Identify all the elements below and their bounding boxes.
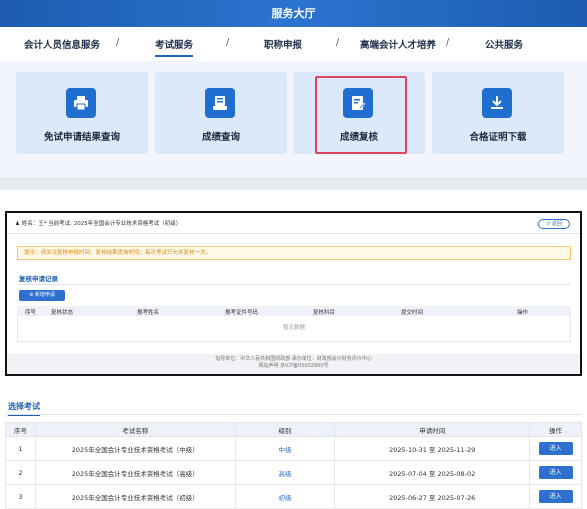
site-footer: 指导单位：中华人民共和国财政部 承办单位：财政部会计财务评价中心 网站声明 京I… <box>7 354 580 374</box>
enter-button[interactable]: 进入 <box>538 466 573 479</box>
col-header: 复核科目 <box>313 310 336 316</box>
apply-time: 2025-10-31 至 2025-11-29 <box>334 436 531 461</box>
nav-exam-services[interactable]: 考试服务 <box>155 37 194 57</box>
user-icon: ♟ <box>15 221 20 227</box>
footer-line: 网站声明 京ICP备05002860号 <box>258 363 329 369</box>
card-label: 成绩复核 <box>339 132 378 143</box>
table-row: 2 2025年全国会计专业技术资格考试（高级） 高级 2025-07-04 至 … <box>5 460 582 485</box>
row-number: 2 <box>5 460 36 485</box>
card-certificate-download[interactable]: 合格证明下载 <box>432 72 564 154</box>
col-header: 报考证件号码 <box>225 310 259 316</box>
top-nav: 会计人员信息服务 / 考试服务 / 职称申报 / 高端会计人才培养 / 公共服务 <box>0 27 587 61</box>
nav-accounting-info[interactable]: 会计人员信息服务 <box>24 37 100 51</box>
col-header: 级别 <box>234 422 336 437</box>
divider <box>17 284 571 285</box>
nav-separator: / <box>336 37 340 48</box>
exam-level: 初级 <box>234 484 336 509</box>
col-header: 复核状态 <box>51 310 74 316</box>
score-review-window: ♟ 姓名：王* 当前考试: 2025年全国会计专业技术资格考试（初级） ↺ 返回… <box>5 211 582 376</box>
card-score-query[interactable]: 成绩查询 <box>155 72 287 154</box>
divider <box>7 233 580 234</box>
col-header: 报考姓名 <box>137 310 160 316</box>
enter-button[interactable]: 进入 <box>538 490 573 503</box>
card-label: 成绩查询 <box>201 132 240 143</box>
table-header-row: 序号 考试名称 级别 申请时间 操作 <box>5 422 582 437</box>
row-number: 3 <box>5 484 36 509</box>
user-exam-info: ♟ 姓名：王* 当前考试: 2025年全国会计专业技术资格考试（初级） <box>15 219 181 227</box>
nav-public-services[interactable]: 公共服务 <box>485 37 523 51</box>
scores-icon <box>205 88 235 118</box>
apply-time: 2025-07-04 至 2025-08-02 <box>334 460 531 485</box>
user-exam-text: 姓名：王* 当前考试: 2025年全国会计专业技术资格考试（初级） <box>21 221 182 227</box>
exam-name: 2025年全国会计专业技术资格考试（初级） <box>34 484 236 509</box>
col-header: 提交时间 <box>401 310 424 316</box>
download-icon <box>482 88 512 118</box>
enter-button[interactable]: 进入 <box>538 442 573 455</box>
col-header: 序号 <box>25 310 37 316</box>
table-row: 3 2025年全国会计专业技术资格考试（初级） 初级 2025-06-27 至 … <box>5 484 582 509</box>
apply-time: 2025-06-27 至 2025-07-26 <box>334 484 531 509</box>
review-edit-icon <box>343 88 373 118</box>
records-table-header: 序号 复核状态 报考姓名 报考证件号码 复核科目 提交时间 操作 <box>17 306 571 316</box>
exam-table: 序号 考试名称 级别 申请时间 操作 1 2025年全国会计专业技术资格考试（中… <box>5 422 582 509</box>
exam-level: 中级 <box>234 436 336 461</box>
row-number: 1 <box>5 436 36 461</box>
card-score-review[interactable]: 成绩复核 <box>293 72 425 154</box>
page-title: 服务大厅 <box>0 0 587 27</box>
hall-footer-strip <box>0 177 587 190</box>
exam-name: 2025年全国会计专业技术资格考试（高级） <box>34 460 236 485</box>
service-hall: 服务大厅 会计人员信息服务 / 考试服务 / 职称申报 / 高端会计人才培养 /… <box>0 0 587 190</box>
table-row: 1 2025年全国会计专业技术资格考试（中级） 中级 2025-10-31 至 … <box>5 436 582 461</box>
back-arrow-icon: ↺ <box>546 221 551 227</box>
printer-icon <box>66 88 96 118</box>
nav-separator: / <box>446 37 450 48</box>
nav-separator: / <box>226 37 230 48</box>
exam-level: 高级 <box>234 460 336 485</box>
new-application-button[interactable]: ⊕ 新增申请 <box>19 290 65 301</box>
tip-banner: 提示：请关注复核申报时间、复核结果查询时间；每次考试只允许复核一次。 <box>17 246 571 260</box>
new-application-label: 新增申请 <box>34 292 55 298</box>
card-exemption-result[interactable]: 免试申请结果查询 <box>16 72 148 154</box>
footer-line: 指导单位：中华人民共和国财政部 承办单位：财政部会计财务评价中心 <box>215 356 372 362</box>
plus-icon: ⊕ <box>29 292 34 298</box>
col-header: 操作 <box>529 422 582 437</box>
exam-name: 2025年全国会计专业技术资格考试（中级） <box>34 436 236 461</box>
nav-title-declaration[interactable]: 职称申报 <box>264 37 302 51</box>
col-header: 考试名称 <box>34 422 236 437</box>
nav-talent-training[interactable]: 高端会计人才培养 <box>360 37 436 51</box>
divider <box>5 414 582 415</box>
nav-separator: / <box>116 37 120 48</box>
back-label: 返回 <box>551 221 562 227</box>
back-button[interactable]: ↺ 返回 <box>538 219 570 229</box>
empty-state: 暂无数据 <box>17 316 571 342</box>
card-label: 合格证明下载 <box>469 132 527 143</box>
card-label: 免试申请结果查询 <box>43 132 120 143</box>
col-header: 操作 <box>517 310 529 316</box>
col-header: 申请时间 <box>334 422 531 437</box>
col-header: 序号 <box>5 422 36 437</box>
